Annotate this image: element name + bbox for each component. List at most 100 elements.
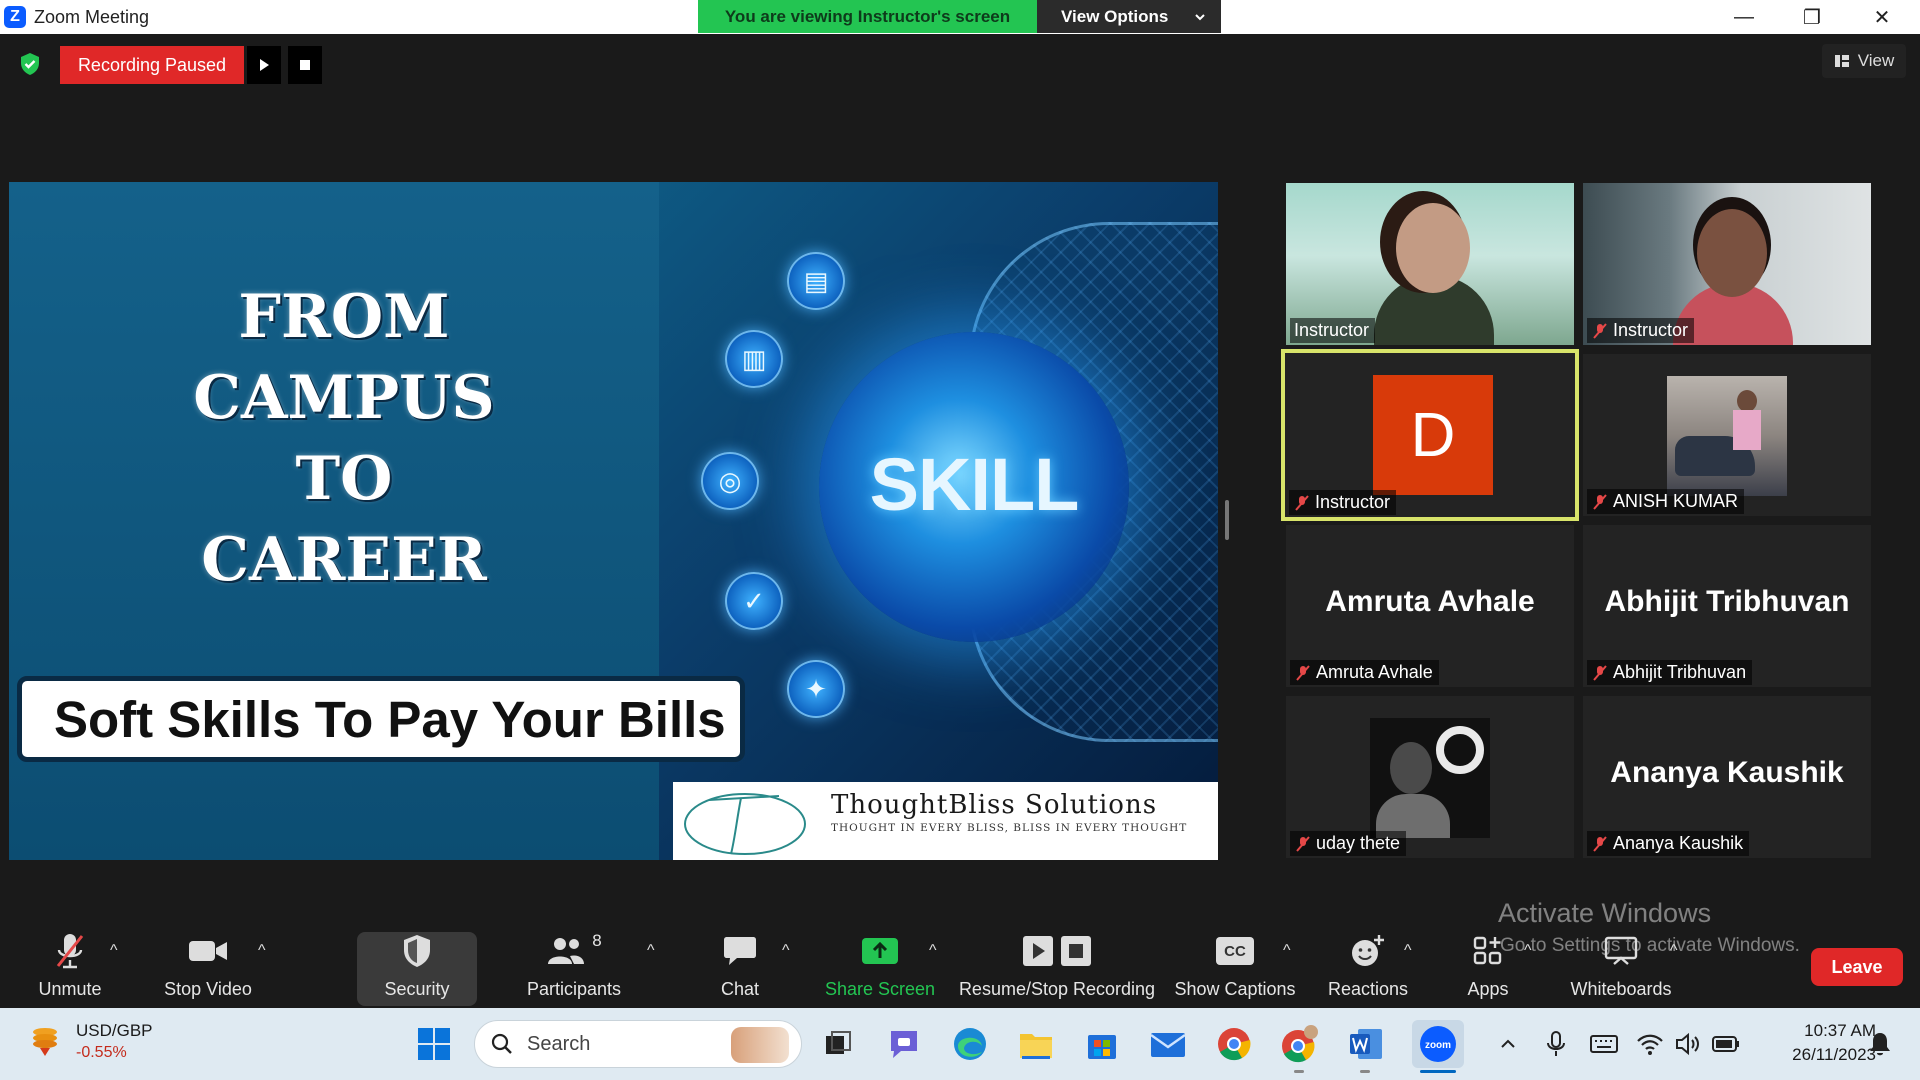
close-button[interactable]: ✕ xyxy=(1852,0,1912,34)
chevron-down-icon xyxy=(1195,13,1205,20)
meeting-toolbar: Unmute ^ Stop Video ^ Security 8 Partici… xyxy=(0,920,1920,1008)
share-screen-label: Share Screen xyxy=(824,979,936,999)
audio-options-caret[interactable]: ^ xyxy=(110,942,118,960)
reactions-label: Reactions xyxy=(1327,979,1409,999)
teams-chat-button[interactable] xyxy=(884,1024,924,1064)
search-placeholder: Search xyxy=(527,1032,591,1055)
lightbulb-icon: ✦ xyxy=(787,660,845,718)
participant-tile[interactable]: Instructor xyxy=(1583,183,1871,345)
stop-recording-button[interactable] xyxy=(288,46,322,84)
widget-title[interactable]: USD/GBP xyxy=(76,1021,153,1041)
participant-tile[interactable]: uday thete xyxy=(1286,696,1574,858)
show-hidden-icons-button[interactable] xyxy=(1488,1024,1528,1064)
apps-options-caret[interactable]: ^ xyxy=(1524,942,1532,960)
stop-video-button[interactable]: Stop Video xyxy=(150,920,266,1008)
apps-button[interactable]: Apps xyxy=(1448,920,1528,1008)
leave-button[interactable]: Leave xyxy=(1811,948,1903,986)
participant-tile-active-speaker[interactable]: D Instructor xyxy=(1281,349,1579,521)
slide-subtitle-box: Soft Skills To Pay Your Bills xyxy=(17,676,745,762)
folder-icon xyxy=(1020,1034,1052,1059)
whiteboards-button[interactable]: Whiteboards xyxy=(1560,920,1682,1008)
participant-name: Abhijit Tribhuvan xyxy=(1613,662,1747,682)
chrome-profile-icon xyxy=(1282,1025,1318,1063)
participant-tile[interactable]: Instructor xyxy=(1286,183,1574,345)
video-options-caret[interactable]: ^ xyxy=(258,942,266,960)
unmute-button[interactable]: Unmute xyxy=(20,920,120,1008)
captions-options-caret[interactable]: ^ xyxy=(1283,942,1291,960)
battery-icon xyxy=(1712,1036,1739,1052)
view-button[interactable]: View xyxy=(1822,44,1906,78)
minimize-button[interactable]: — xyxy=(1714,0,1774,34)
person-face xyxy=(1390,742,1432,794)
participant-display-name: Ananya Kaushik xyxy=(1610,756,1844,789)
person-face xyxy=(1737,390,1757,412)
participants-button[interactable]: 8 Participants xyxy=(520,920,628,1008)
participants-options-caret[interactable]: ^ xyxy=(647,942,655,960)
microphone-tray-button[interactable] xyxy=(1536,1024,1576,1064)
participant-name-tag: Abhijit Tribhuvan xyxy=(1587,660,1753,685)
keyboard-tray-button[interactable] xyxy=(1584,1024,1624,1064)
microsoft-store-button[interactable] xyxy=(1082,1024,1122,1064)
resize-handle[interactable] xyxy=(1225,500,1229,540)
wifi-tray-button[interactable] xyxy=(1630,1024,1670,1064)
video-camera-icon xyxy=(189,941,227,961)
chat-options-caret[interactable]: ^ xyxy=(782,942,790,960)
taskbar-search[interactable]: Search xyxy=(474,1020,802,1068)
mic-muted-icon xyxy=(1296,664,1310,681)
encryption-shield-icon[interactable] xyxy=(18,52,42,76)
volume-tray-button[interactable] xyxy=(1668,1024,1708,1064)
participant-tile[interactable]: Amruta Avhale Amruta Avhale xyxy=(1286,525,1574,687)
participant-name-tag: Instructor xyxy=(1289,490,1397,515)
whiteboard-icon xyxy=(1604,936,1638,965)
search-icon xyxy=(491,1033,512,1054)
chrome-button[interactable] xyxy=(1214,1024,1254,1064)
file-explorer-button[interactable] xyxy=(1016,1024,1056,1064)
view-options-button[interactable]: View Options xyxy=(1037,0,1221,33)
mic-muted-icon xyxy=(1593,835,1607,852)
reactions-options-caret[interactable]: ^ xyxy=(1404,942,1412,960)
resume-stop-recording-label: Resume/Stop Recording xyxy=(958,979,1156,999)
participants-count: 8 xyxy=(592,931,602,950)
wifi-icon xyxy=(1637,1034,1663,1055)
restore-icon: ❐ xyxy=(1803,6,1821,29)
resume-stop-recording-button[interactable]: Resume/Stop Recording xyxy=(954,920,1160,1008)
person-face xyxy=(1697,209,1767,297)
clipboard-icon: ▤ xyxy=(787,252,845,310)
close-icon: ✕ xyxy=(1873,6,1891,29)
resume-recording-button[interactable] xyxy=(247,46,281,84)
reactions-button[interactable]: Reactions xyxy=(1320,920,1416,1008)
zoom-taskbar-button[interactable]: zoom xyxy=(1412,1020,1464,1068)
minimize-icon: — xyxy=(1734,5,1754,28)
participant-tile[interactable]: ANISH KUMAR xyxy=(1583,354,1871,516)
participant-tile[interactable]: Ananya Kaushik Ananya Kaushik xyxy=(1583,696,1871,858)
show-captions-button[interactable]: CC Show Captions xyxy=(1170,920,1300,1008)
share-options-caret[interactable]: ^ xyxy=(929,942,937,960)
chevron-up-icon xyxy=(1501,1039,1515,1048)
target-icon: ◎ xyxy=(701,452,759,510)
apps-icon xyxy=(1473,936,1502,965)
chat-button[interactable]: Chat xyxy=(700,920,780,1008)
stock-widget-icon[interactable] xyxy=(28,1024,62,1058)
edge-browser-button[interactable] xyxy=(950,1024,990,1064)
reactions-smiley-icon xyxy=(1352,935,1384,966)
taskbar-clock-date[interactable]: 26/11/2023 xyxy=(1760,1045,1876,1065)
task-view-button[interactable] xyxy=(818,1024,858,1064)
chrome-profile-button[interactable] xyxy=(1280,1024,1320,1064)
shared-screen[interactable]: FROM CAMPUS TO CAREER SKILL ▤ ▥ ◎ ✓ ✦ So… xyxy=(9,182,1218,860)
share-screen-button[interactable]: Share Screen xyxy=(820,920,940,1008)
participant-tile[interactable]: Abhijit Tribhuvan Abhijit Tribhuvan xyxy=(1583,525,1871,687)
widget-value: -0.55% xyxy=(76,1044,127,1061)
maximize-button[interactable]: ❐ xyxy=(1782,0,1842,34)
word-button[interactable] xyxy=(1346,1024,1386,1064)
volume-icon xyxy=(1676,1032,1699,1056)
notifications-button[interactable] xyxy=(1860,1024,1900,1064)
start-button[interactable] xyxy=(414,1024,454,1064)
mail-button[interactable] xyxy=(1148,1024,1188,1064)
security-button[interactable]: Security xyxy=(357,920,477,1008)
zoom-logo-icon: Z xyxy=(4,6,26,28)
battery-tray-button[interactable] xyxy=(1706,1024,1746,1064)
slide-title-line: TO xyxy=(295,444,393,514)
show-captions-label: Show Captions xyxy=(1174,979,1296,999)
whiteboards-options-caret[interactable]: ^ xyxy=(1670,942,1678,960)
skill-word: SKILL xyxy=(869,443,1080,526)
